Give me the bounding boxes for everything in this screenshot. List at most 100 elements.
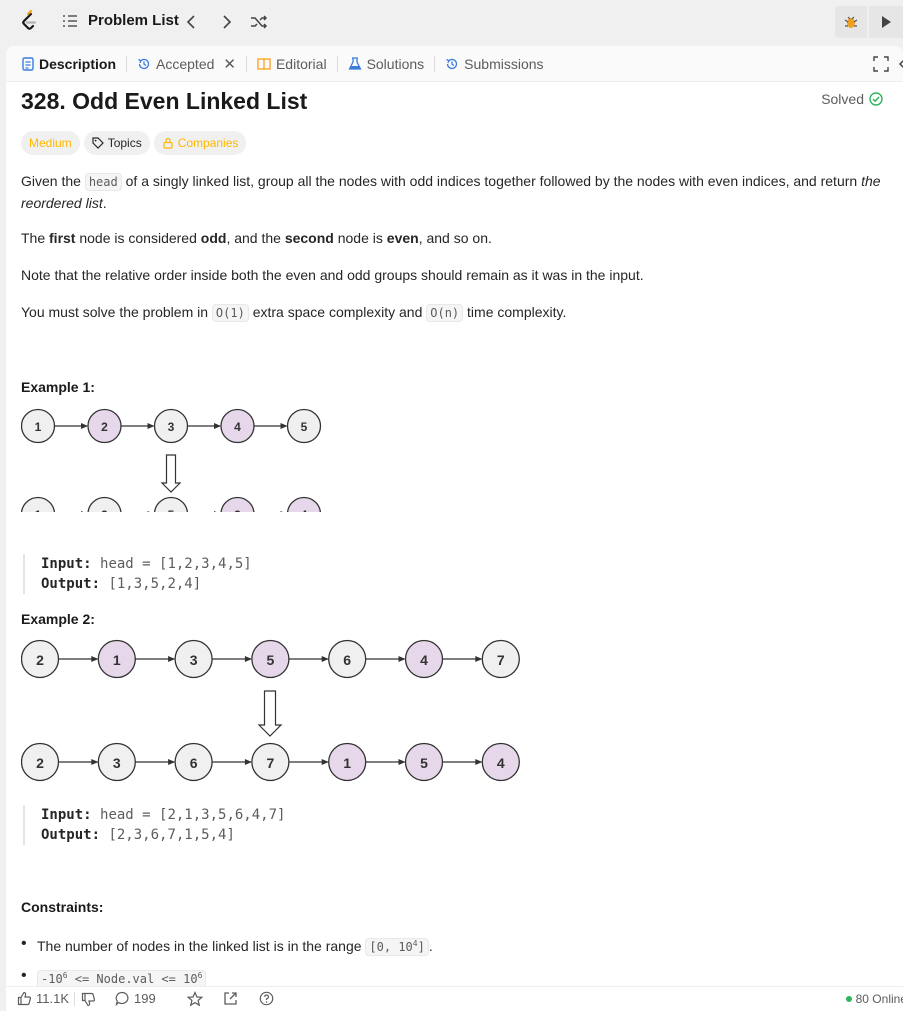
- arrowhead: [244, 759, 252, 765]
- node-value: 7: [267, 755, 275, 771]
- top-navbar: Problem List: [0, 0, 903, 45]
- list-node: 4: [286, 496, 322, 512]
- example-2-input: Input: head = [2,1,3,5,6,4,7]: [41, 805, 285, 825]
- close-icon[interactable]: ✕: [223, 55, 236, 73]
- list-node: 3: [153, 408, 189, 444]
- output-label: Output:: [41, 576, 101, 592]
- transform-arrow: [160, 454, 182, 493]
- text: extra space complexity and: [248, 304, 427, 320]
- tab-solutions[interactable]: Solutions: [344, 56, 429, 72]
- debug-button[interactable]: [835, 6, 867, 38]
- input-value: head = [1,2,3,4,5]: [100, 556, 252, 572]
- description-paragraph: The first node is considered odd, and th…: [21, 228, 891, 249]
- node-value: 3: [101, 508, 108, 512]
- arrowhead: [398, 656, 406, 662]
- tab-editorial-label: Editorial: [275, 55, 327, 72]
- tab-description[interactable]: Description: [18, 56, 120, 72]
- description-paragraph: Note that the relative order inside both…: [21, 267, 644, 283]
- solved-status: Solved: [821, 91, 883, 107]
- arrowhead: [91, 656, 99, 662]
- example-2-io: Input: head = [2,1,3,5,6,4,7] Output: [2…: [23, 805, 285, 845]
- text: ]: [417, 940, 425, 954]
- tab-editorial[interactable]: Editorial: [253, 56, 331, 72]
- like-button[interactable]: 11.1K: [17, 991, 69, 1006]
- flask-icon: [348, 56, 362, 70]
- node-value: 2: [234, 508, 241, 512]
- node-value: 4: [234, 420, 241, 434]
- tag-chips: Medium Topics Companies: [21, 131, 247, 155]
- comment-icon: [115, 991, 129, 1006]
- thumbs-down-icon[interactable]: [81, 992, 96, 1007]
- list-node: 2: [220, 496, 255, 512]
- tab-divider: [336, 55, 338, 72]
- arrowhead: [214, 511, 217, 512]
- node-value: 3: [168, 420, 175, 434]
- list-node: 4: [481, 742, 520, 782]
- example-1-diagram: 1 2 3 4 5 1 3 5 2 4: [21, 408, 322, 512]
- inline-code: O(1): [211, 304, 249, 322]
- help-icon[interactable]: [259, 991, 274, 1006]
- arrowhead: [321, 656, 329, 662]
- arrowhead: [475, 656, 483, 662]
- document-icon: [22, 56, 34, 71]
- arrowhead: [244, 656, 252, 662]
- bold-text: second: [284, 230, 334, 246]
- collapse-arrow-icon[interactable]: [897, 56, 903, 72]
- text: time complexity.: [463, 304, 567, 320]
- node-value: 3: [113, 755, 121, 771]
- topics-button[interactable]: Topics: [83, 131, 150, 155]
- node-value: 5: [420, 755, 428, 771]
- example-1-output: Output: [1,3,5,2,4]: [41, 574, 252, 594]
- text: , and the: [226, 230, 285, 246]
- history-icon: [446, 58, 458, 69]
- problem-list-button[interactable]: Problem List: [62, 12, 179, 29]
- history-icon: [138, 58, 150, 69]
- tab-accepted[interactable]: Accepted ✕: [133, 55, 240, 73]
- leetcode-logo-icon[interactable]: [16, 10, 40, 34]
- comments-count: 199: [134, 991, 156, 1006]
- tab-accepted-label: Accepted: [156, 55, 215, 72]
- play-icon: [882, 16, 891, 28]
- tag-icon: [92, 137, 104, 149]
- comments-button[interactable]: 199: [115, 991, 156, 1006]
- run-button[interactable]: [869, 6, 903, 38]
- difficulty-badge[interactable]: Medium: [21, 131, 80, 155]
- arrowhead: [280, 511, 283, 512]
- topics-label: Topics: [107, 136, 142, 150]
- shuffle-icon[interactable]: [249, 12, 269, 32]
- tab-divider: [126, 55, 128, 72]
- example-2-heading: Example 2:: [21, 611, 95, 627]
- problem-list-label: Problem List: [88, 12, 179, 29]
- problem-title: 328. Odd Even Linked List: [21, 88, 308, 114]
- arrowhead: [168, 656, 176, 662]
- list-node: 1: [21, 408, 56, 444]
- node-value: 4: [497, 755, 505, 771]
- text: .: [102, 195, 107, 211]
- tab-divider: [434, 55, 436, 72]
- bold-text: even: [386, 230, 419, 246]
- transform-arrow: [257, 690, 283, 737]
- tab-submissions[interactable]: Submissions: [441, 56, 547, 72]
- node-value: 5: [267, 652, 275, 668]
- share-icon[interactable]: [223, 991, 238, 1006]
- arrowhead: [91, 759, 99, 765]
- chevron-left-icon[interactable]: [182, 12, 202, 32]
- node-value: 2: [36, 755, 44, 771]
- output-value: [2,3,6,7,1,5,4]: [108, 827, 235, 843]
- node-value: 5: [168, 508, 175, 512]
- output-value: [1,3,5,2,4]: [108, 576, 202, 592]
- list-node: 2: [21, 742, 60, 782]
- bold-text: first: [49, 230, 76, 246]
- example-1-io: Input: head = [1,2,3,4,5] Output: [1,3,5…: [23, 554, 252, 594]
- star-icon[interactable]: [187, 991, 203, 1007]
- chevron-right-icon[interactable]: [216, 12, 236, 32]
- bug-icon: [844, 16, 858, 28]
- node-value: 4: [301, 508, 308, 512]
- input-value: head = [2,1,3,5,6,4,7]: [100, 807, 286, 823]
- book-icon: [257, 57, 271, 70]
- fullscreen-icon[interactable]: [873, 56, 889, 72]
- text: [0, 10: [369, 940, 413, 954]
- companies-button[interactable]: Companies: [153, 131, 247, 155]
- list-node: 2: [21, 639, 60, 679]
- likes-count: 11.1K: [36, 991, 70, 1006]
